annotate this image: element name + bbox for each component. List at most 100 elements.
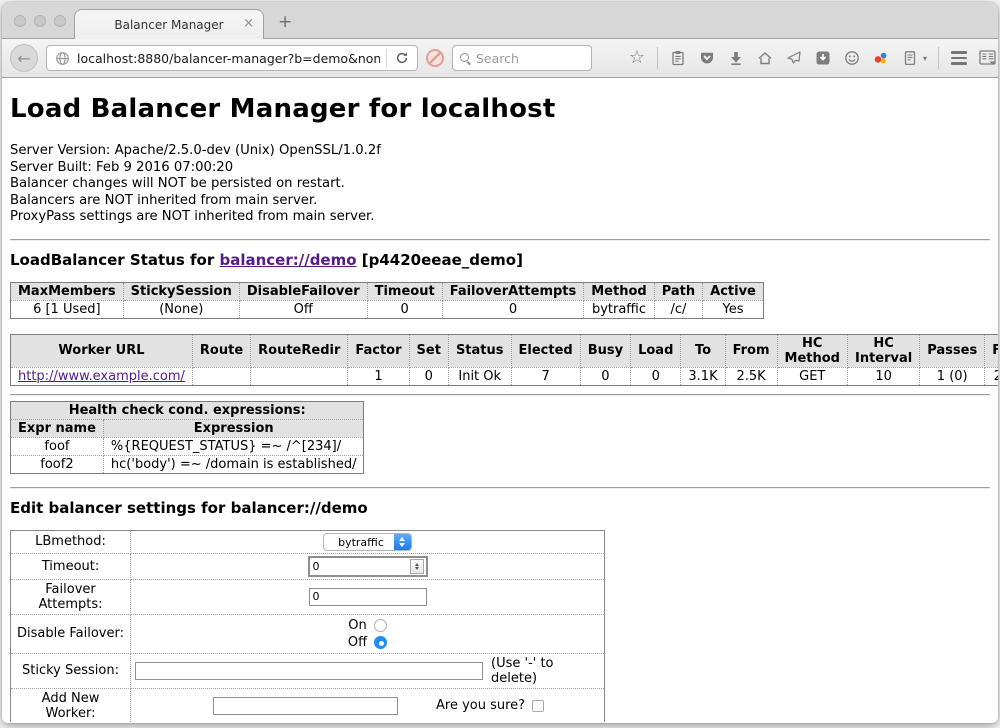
- col-busy: Busy: [580, 334, 630, 367]
- cell-expression: %{REQUEST_STATUS} =~ /^[234]/: [103, 437, 364, 455]
- page-content: Load Balancer Manager for localhost Serv…: [2, 78, 998, 722]
- failover-attempts-label: Failover Attempts:: [11, 579, 131, 614]
- add-new-worker-input[interactable]: [213, 697, 398, 715]
- col-active: Active: [703, 282, 764, 300]
- table-row: foof %{REQUEST_STATUS} =~ /^[234]/: [11, 437, 364, 455]
- download-panel-icon[interactable]: [814, 49, 832, 67]
- edit-balancer-heading: Edit balancer settings for balancer://de…: [10, 499, 990, 517]
- are-you-sure-checkbox[interactable]: [532, 700, 544, 712]
- panel-grid-icon[interactable]: [979, 49, 997, 67]
- disable-failover-off-radio[interactable]: [374, 636, 387, 649]
- timeout-label: Timeout:: [11, 553, 131, 579]
- feedback-smiley-icon[interactable]: [843, 49, 861, 67]
- clipboard-icon[interactable]: [669, 49, 687, 67]
- home-icon[interactable]: [756, 49, 774, 67]
- page-title: Load Balancer Manager for localhost: [10, 94, 990, 124]
- col-expression: Expression: [103, 419, 364, 437]
- lbmethod-select[interactable]: bytraffic: [323, 533, 412, 551]
- form-row-timeout: Timeout:: [11, 553, 605, 579]
- notes-clipboard-icon[interactable]: [901, 49, 919, 67]
- cell-maxmembers: 6 [1 Used]: [11, 300, 124, 318]
- menu-icon[interactable]: [950, 49, 968, 67]
- cell-method: bytraffic: [584, 300, 654, 318]
- are-you-sure-label: Are you sure?: [436, 698, 525, 713]
- col-from: From: [725, 334, 777, 367]
- col-worker-url: Worker URL: [11, 334, 193, 367]
- col-hc-interval: HC Interval: [847, 334, 919, 367]
- failover-attempts-input[interactable]: [309, 588, 427, 606]
- back-button[interactable]: ←: [10, 44, 38, 72]
- col-timeout: Timeout: [367, 282, 442, 300]
- navigation-toolbar: ← localhost:8880/balancer-manager?b=demo…: [2, 39, 998, 78]
- minimize-window-button[interactable]: [34, 15, 46, 27]
- select-stepper-icon: [394, 534, 411, 550]
- colored-dots-extension-icon[interactable]: [872, 49, 890, 67]
- cell-from: 2.5K: [725, 367, 777, 385]
- col-routeredir: RouteRedir: [251, 334, 348, 367]
- table-header-row: MaxMembers StickySession DisableFailover…: [11, 282, 764, 300]
- col-maxmembers: MaxMembers: [11, 282, 124, 300]
- content-blocker-icon[interactable]: [426, 49, 444, 67]
- search-icon: [460, 53, 471, 64]
- section-divider: [10, 487, 990, 489]
- server-version-line: Server Version: Apache/2.5.0-dev (Unix) …: [10, 143, 990, 160]
- pocket-icon[interactable]: [698, 49, 716, 67]
- number-stepper-icon[interactable]: [410, 559, 424, 574]
- cell-load: 0: [631, 367, 681, 385]
- notice-line: ProxyPass settings are NOT inherited fro…: [10, 209, 990, 226]
- sticky-session-label: Sticky Session:: [11, 653, 131, 688]
- tab-bar: Balancer Manager × +: [2, 2, 998, 39]
- col-method: Method: [584, 282, 654, 300]
- form-row-sticky-session: Sticky Session: (Use '-' to delete): [11, 653, 605, 688]
- cell-factor: 1: [348, 367, 409, 385]
- cell-fails: 2 (0): [985, 367, 998, 385]
- table-header-row: Worker URL Route RouteRedir Factor Set S…: [11, 334, 999, 367]
- cell-elected: 7: [511, 367, 580, 385]
- table-row: foof2 hc('body') =~ /domain is establish…: [11, 455, 364, 473]
- col-path: Path: [654, 282, 702, 300]
- browser-window: Balancer Manager × + ← localhost:8880/ba…: [2, 2, 998, 723]
- search-bar[interactable]: [452, 45, 592, 71]
- cell-path: /c/: [654, 300, 702, 318]
- close-tab-icon[interactable]: ×: [243, 17, 254, 31]
- cell-disablefailover: Off: [239, 300, 367, 318]
- balancer-demo-link[interactable]: balancer://demo: [219, 251, 356, 269]
- zoom-window-button[interactable]: [54, 15, 66, 27]
- cell-status: Init Ok: [448, 367, 511, 385]
- timeout-input[interactable]: [310, 560, 410, 573]
- balancer-status-table: MaxMembers StickySession DisableFailover…: [10, 282, 764, 319]
- chevron-down-icon[interactable]: ▾: [923, 54, 927, 63]
- search-input[interactable]: [476, 51, 576, 66]
- bookmark-star-icon[interactable]: ☆: [628, 49, 646, 67]
- globe-icon: [53, 49, 71, 67]
- sticky-session-input[interactable]: [135, 662, 483, 680]
- cell-to: 3.1K: [681, 367, 725, 385]
- disable-failover-on-radio[interactable]: [374, 619, 387, 632]
- cell-hc-method: GET: [777, 367, 847, 385]
- close-window-button[interactable]: [14, 15, 26, 27]
- worker-url-link[interactable]: http://www.example.com/: [18, 369, 185, 384]
- section-divider: [10, 239, 990, 241]
- send-icon[interactable]: [785, 49, 803, 67]
- form-row-add-worker: Add New Worker: Are you sure?: [11, 688, 605, 722]
- reload-icon[interactable]: [393, 49, 411, 67]
- disable-failover-label: Disable Failover:: [11, 614, 131, 653]
- notice-line: Balancer changes will NOT be persisted o…: [10, 176, 990, 193]
- tab-balancer-manager[interactable]: Balancer Manager ×: [74, 9, 264, 39]
- url-text[interactable]: localhost:8880/balancer-manager?b=demo&n…: [77, 51, 380, 66]
- notice-line: Balancers are NOT inherited from main se…: [10, 193, 990, 210]
- col-failoverattempts: FailoverAttempts: [442, 282, 584, 300]
- table-title-row: Health check cond. expressions:: [11, 401, 364, 419]
- section-divider: [10, 394, 990, 396]
- col-elected: Elected: [511, 334, 580, 367]
- downloads-icon[interactable]: [727, 49, 745, 67]
- health-table-title: Health check cond. expressions:: [11, 401, 364, 419]
- window-controls: [14, 15, 66, 27]
- timeout-field-wrap: [308, 556, 428, 577]
- url-bar[interactable]: localhost:8880/balancer-manager?b=demo&n…: [46, 45, 418, 71]
- server-info: Server Version: Apache/2.5.0-dev (Unix) …: [10, 143, 990, 226]
- col-set: Set: [409, 334, 448, 367]
- toolbar-icons: ☆: [604, 47, 990, 69]
- new-tab-button[interactable]: +: [278, 12, 292, 32]
- radio-on-label: On: [348, 617, 366, 634]
